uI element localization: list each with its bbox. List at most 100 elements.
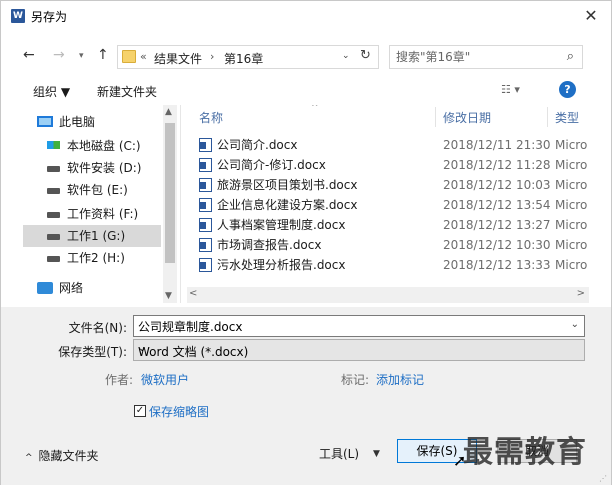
column-header-type[interactable]: 类型 [555, 109, 579, 126]
drive-icon [47, 256, 60, 262]
scroll-left-icon[interactable]: < [189, 288, 197, 299]
breadcrumb-item-results[interactable]: 结果文件 [154, 50, 202, 67]
navigation-pane-scrollbar[interactable]: ▲ ▼ [163, 105, 177, 303]
word-document-icon [199, 238, 212, 252]
filename-field[interactable]: ⌄ [133, 315, 585, 337]
file-date: 2018/12/11 21:30 [443, 138, 551, 152]
scroll-up-icon[interactable]: ▲ [165, 107, 172, 117]
sidebar-item-drive-c[interactable]: 本地磁盘 (C:) [23, 135, 161, 157]
sidebar-item-drive-d[interactable]: 软件安装 (D:) [23, 157, 161, 179]
filename-label: 文件名(N): [68, 321, 127, 335]
windows-drive-icon [47, 141, 60, 149]
navigation-pane: 此电脑 本地磁盘 (C:) 软件安装 (D:) 软件包 (E:) 工作资料 (F… [23, 105, 181, 303]
search-box[interactable]: ⌕ [389, 45, 583, 69]
hide-folders-label: 隐藏文件夹 [38, 449, 99, 463]
close-button[interactable]: ✕ [579, 5, 603, 27]
breadcrumb-overflow-icon[interactable]: « [140, 50, 147, 63]
sidebar-item-drive-f[interactable]: 工作资料 (F:) [23, 203, 161, 225]
file-type: Micro [555, 178, 588, 192]
up-arrow-icon[interactable]: ↑ [97, 47, 109, 63]
file-row[interactable]: 公司简介.docx 2018/12/11 21:30 Micro [187, 135, 589, 155]
search-icon[interactable]: ⌕ [567, 49, 574, 64]
sidebar-item-drive-g[interactable]: 工作1 (G:) [23, 225, 161, 247]
refresh-icon[interactable]: ↻ [360, 48, 371, 63]
resize-grip-icon[interactable]: ⋰ [599, 474, 609, 484]
sidebar-item-label: 工作资料 (F:) [67, 207, 139, 221]
file-list: 名称 ^ 修改日期 类型 公司简介.docx 2018/12/11 21:30 … [187, 105, 589, 285]
filetype-label: 保存类型(T): [58, 345, 127, 359]
network-icon [37, 282, 53, 294]
word-app-icon: W [11, 9, 25, 23]
scroll-right-icon[interactable]: > [577, 288, 585, 299]
scrollbar-thumb[interactable] [165, 123, 175, 263]
column-divider[interactable] [435, 107, 436, 127]
file-name: 旅游景区项目策划书.docx [217, 178, 358, 192]
chevron-down-icon[interactable]: ⌄ [571, 319, 579, 330]
hide-folders-button[interactable]: ^ 隐藏文件夹 [25, 447, 99, 464]
search-input[interactable] [396, 49, 556, 65]
tools-dropdown-icon[interactable]: ▼ [373, 449, 380, 459]
help-icon[interactable]: ? [559, 81, 576, 98]
address-dropdown-icon[interactable]: ⌄ [342, 51, 350, 61]
column-divider[interactable] [547, 107, 548, 127]
file-list-horizontal-scrollbar[interactable]: < > [187, 287, 589, 303]
file-name: 污水处理分析报告.docx [217, 258, 346, 272]
new-folder-button[interactable]: 新建文件夹 [97, 83, 157, 100]
filetype-select[interactable]: Word 文档 (*.docx) ⌄ [133, 339, 585, 361]
tools-button[interactable]: 工具(L) [319, 445, 359, 462]
sidebar-item-label: 本地磁盘 (C:) [67, 139, 141, 153]
organize-button[interactable]: 组织 ▼ [33, 83, 70, 100]
save-thumbnail-checkbox[interactable]: ✓ [134, 405, 146, 417]
author-label: 作者: [105, 373, 134, 387]
sidebar-item-drive-e[interactable]: 软件包 (E:) [23, 179, 161, 201]
word-document-icon [199, 218, 212, 232]
filename-input[interactable] [138, 318, 558, 334]
file-date: 2018/12/12 13:33 [443, 258, 551, 272]
file-row[interactable]: 公司简介-修订.docx 2018/12/12 11:28 Micro [187, 155, 589, 175]
breadcrumb-item-chapter[interactable]: 第16章 [224, 50, 263, 67]
save-thumbnail-label[interactable]: 保存缩略图 [149, 403, 209, 420]
breadcrumb-separator-icon[interactable]: › [210, 50, 214, 63]
file-date: 2018/12/12 13:54 [443, 198, 551, 212]
computer-icon [37, 116, 53, 127]
drive-icon [47, 166, 60, 172]
file-row[interactable]: 市场调查报告.docx 2018/12/12 10:30 Micro [187, 235, 589, 255]
file-name: 企业信息化建设方案.docx [217, 198, 358, 212]
view-options-icon[interactable]: ☷ ▾ [501, 83, 520, 96]
author-value[interactable]: 微软用户 [141, 371, 189, 388]
sidebar-item-label: 工作1 (G:) [67, 229, 126, 243]
recent-locations-chevron-icon[interactable]: ▾ [79, 51, 84, 61]
file-row[interactable]: 企业信息化建设方案.docx 2018/12/12 13:54 Micro [187, 195, 589, 215]
sidebar-item-network[interactable]: 网络 [23, 277, 161, 299]
column-header-date[interactable]: 修改日期 [443, 109, 491, 126]
file-row[interactable]: 旅游景区项目策划书.docx 2018/12/12 10:03 Micro [187, 175, 589, 195]
chevron-up-icon: ^ [25, 453, 33, 463]
drive-icon [47, 212, 60, 218]
file-date: 2018/12/12 13:27 [443, 218, 551, 232]
back-arrow-icon[interactable]: ← [23, 47, 35, 63]
sidebar-item-label: 软件安装 (D:) [67, 161, 142, 175]
sidebar-item-label: 软件包 (E:) [67, 183, 128, 197]
forward-arrow-icon[interactable]: → [53, 47, 65, 63]
sidebar-item-drive-h[interactable]: 工作2 (H:) [23, 247, 161, 269]
save-options-panel: 文件名(N): ⌄ 保存类型(T): Word 文档 (*.docx) ⌄ 作者… [1, 307, 611, 485]
address-bar[interactable]: « 结果文件 › 第16章 ⌄ ↻ [117, 45, 379, 69]
word-document-icon [199, 158, 212, 172]
column-header-name[interactable]: 名称 [199, 109, 223, 126]
file-type: Micro [555, 158, 588, 172]
tags-label: 标记: [341, 373, 370, 387]
add-tags-link[interactable]: 添加标记 [376, 371, 424, 388]
scroll-down-icon[interactable]: ▼ [165, 291, 172, 301]
word-document-icon [199, 198, 212, 212]
sidebar-item-this-pc[interactable]: 此电脑 [23, 111, 161, 133]
chevron-down-icon[interactable]: ⌄ [138, 343, 579, 354]
drive-icon [47, 234, 60, 240]
file-date: 2018/12/12 10:03 [443, 178, 551, 192]
file-row[interactable]: 人事档案管理制度.docx 2018/12/12 13:27 Micro [187, 215, 589, 235]
file-row[interactable]: 污水处理分析报告.docx 2018/12/12 13:33 Micro [187, 255, 589, 275]
file-type: Micro [555, 258, 588, 272]
file-name: 公司简介.docx [217, 138, 298, 152]
file-date: 2018/12/12 10:30 [443, 238, 551, 252]
file-name: 市场调查报告.docx [217, 238, 322, 252]
file-type: Micro [555, 218, 588, 232]
